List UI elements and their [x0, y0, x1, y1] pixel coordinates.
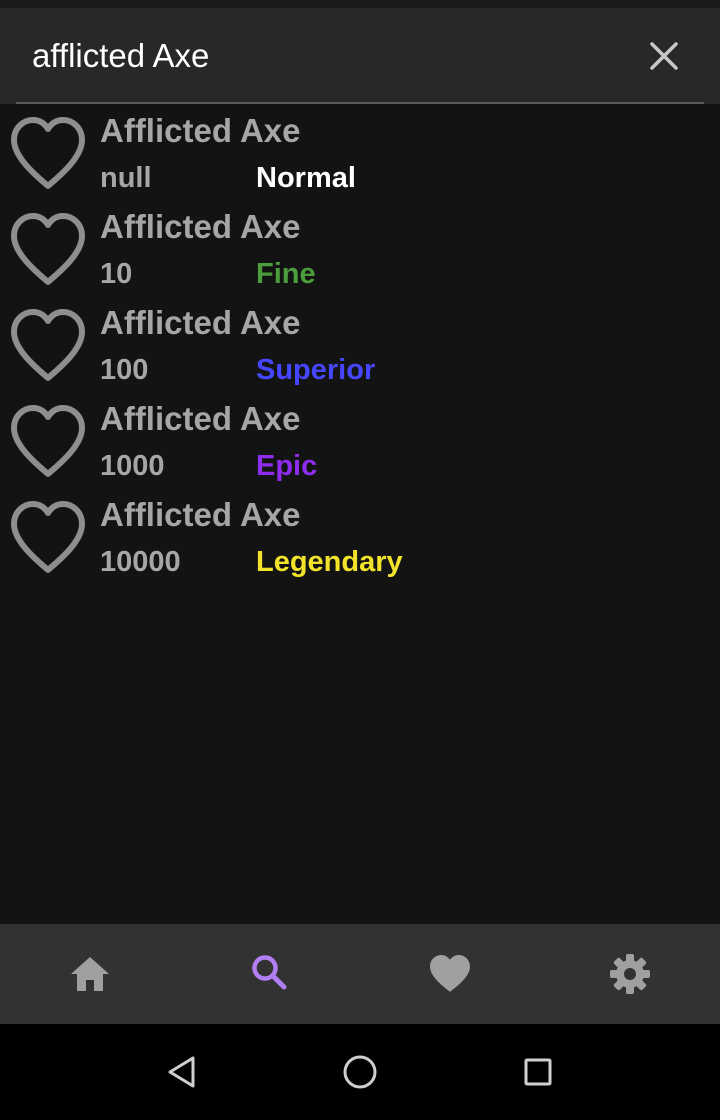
item-rarity: Legendary — [256, 546, 403, 578]
search-input[interactable] — [32, 30, 612, 82]
list-item[interactable]: Afflicted Axe 1000 Epic — [0, 396, 720, 492]
favorite-button[interactable] — [8, 500, 88, 576]
item-name: Afflicted Axe — [100, 496, 301, 533]
heart-outline-icon — [11, 213, 85, 285]
item-name: Afflicted Axe — [100, 208, 301, 245]
list-item[interactable]: Afflicted Axe 100 Superior — [0, 300, 720, 396]
list-item[interactable]: Afflicted Axe 10 Fine — [0, 204, 720, 300]
system-back-button[interactable] — [158, 1048, 206, 1096]
nav-favorites[interactable] — [360, 924, 540, 1024]
heart-icon — [430, 955, 470, 992]
item-rarity: Normal — [256, 162, 356, 194]
search-icon — [252, 955, 287, 990]
system-home-button[interactable] — [336, 1048, 384, 1096]
nav-home[interactable] — [0, 924, 180, 1024]
list-item[interactable]: Afflicted Axe 10000 Legendary — [0, 492, 720, 588]
system-recents-button[interactable] — [514, 1048, 562, 1096]
clear-search-button[interactable] — [640, 32, 688, 80]
bottom-nav — [0, 924, 720, 1024]
favorite-button[interactable] — [8, 116, 88, 192]
nav-search[interactable] — [180, 924, 360, 1024]
heart-outline-icon — [11, 117, 85, 189]
item-value: 10 — [100, 258, 133, 290]
search-bar — [0, 8, 720, 104]
close-icon — [650, 42, 678, 70]
back-icon — [168, 1056, 195, 1088]
heart-outline-icon — [11, 309, 85, 381]
heart-outline-icon — [11, 405, 85, 477]
gear-icon — [610, 954, 650, 994]
item-value: 100 — [100, 354, 149, 386]
heart-outline-icon — [11, 501, 85, 573]
recents-icon — [524, 1058, 552, 1086]
item-value: null — [100, 162, 152, 194]
list-item[interactable]: Afflicted Axe null Normal — [0, 108, 720, 204]
item-rarity: Epic — [256, 450, 318, 482]
favorite-button[interactable] — [8, 308, 88, 384]
system-nav-bar — [0, 1024, 720, 1120]
favorite-button[interactable] — [8, 404, 88, 480]
item-rarity: Superior — [256, 354, 376, 386]
item-value: 1000 — [100, 450, 165, 482]
results-list: Afflicted Axe null Normal Afflicted Axe … — [0, 108, 720, 588]
item-name: Afflicted Axe — [100, 304, 301, 341]
home-icon — [71, 957, 109, 991]
status-bar — [0, 0, 720, 8]
item-name: Afflicted Axe — [100, 400, 301, 437]
item-value: 10000 — [100, 546, 181, 578]
home-circle-icon — [343, 1055, 377, 1089]
item-rarity: Fine — [256, 258, 316, 290]
nav-settings[interactable] — [540, 924, 720, 1024]
favorite-button[interactable] — [8, 212, 88, 288]
item-name: Afflicted Axe — [100, 112, 301, 149]
search-underline — [16, 102, 704, 104]
